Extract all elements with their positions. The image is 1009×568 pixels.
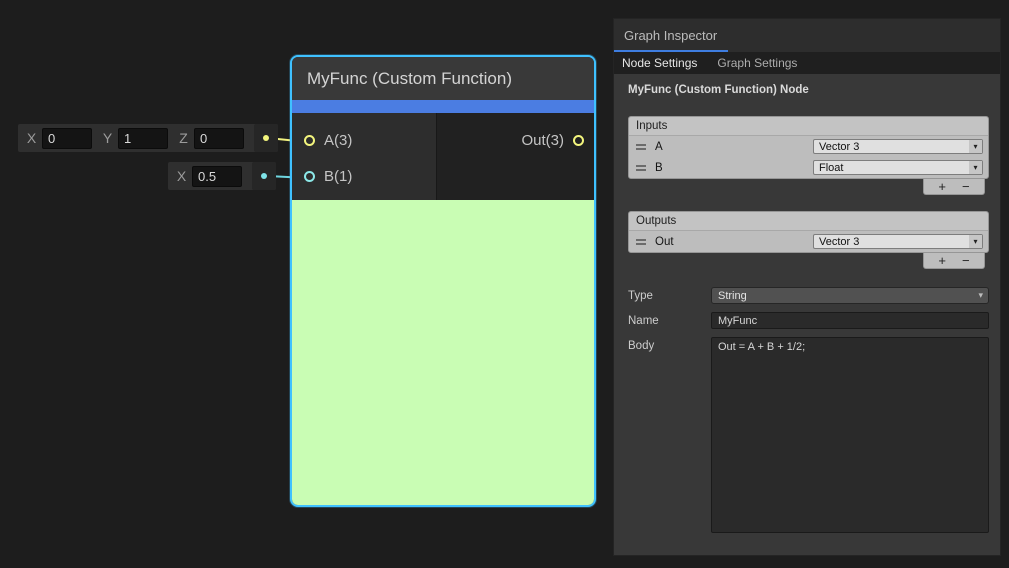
input-b-name: B [655,162,663,174]
outputs-list: Outputs Out Vector 3 ▾ [628,211,989,253]
port-out-label: Out(3) [521,132,564,149]
dropdown-arrow-icon: ▾ [978,290,983,301]
tab-node-settings[interactable]: Node Settings [622,56,697,70]
outputs-list-title: Outputs [629,212,988,231]
node-input-ports: A(3) B(1) [292,113,437,200]
port-out-icon[interactable] [573,135,584,146]
input-port-a[interactable]: A(3) [292,125,436,155]
custom-function-node[interactable]: MyFunc (Custom Function) A(3) B(1) Out(3… [290,55,596,507]
output-out-name: Out [655,236,674,248]
vector3-port-icon [263,135,269,141]
float-x-field[interactable]: 0.5 [192,166,242,187]
type-value: String [718,290,747,302]
node-output-ports: Out(3) [437,113,594,200]
outputs-row-out[interactable]: Out Vector 3 ▾ [629,231,988,252]
port-b-label: B(1) [324,168,352,185]
drag-handle-icon[interactable] [636,144,646,150]
inputs-remove-button[interactable]: − [962,180,970,194]
node-preview [292,200,594,505]
input-a-type-dropdown[interactable]: Vector 3 ▾ [813,139,983,154]
vector3-x-field[interactable]: 0 [42,128,92,149]
vector3-output-port[interactable] [254,124,278,152]
input-b-type-value: Float [819,162,843,174]
inspector-header[interactable]: Graph Inspector [614,19,1000,52]
outputs-remove-button[interactable]: − [962,254,970,268]
outputs-list-footer: + − [923,253,985,269]
active-panel-indicator [614,50,728,52]
port-b-icon[interactable] [304,171,315,182]
input-a-name: A [655,141,663,153]
type-label: Type [628,290,711,302]
vector3-y-field[interactable]: 1 [118,128,168,149]
graph-inspector-panel: Graph Inspector Node Settings Graph Sett… [613,18,1001,556]
inputs-row-b[interactable]: B Float ▾ [629,157,988,178]
body-label: Body [628,337,711,352]
vector3-z-field[interactable]: 0 [194,128,244,149]
node-accent-bar [292,100,594,113]
port-a-icon[interactable] [304,135,315,146]
float-output-port[interactable] [252,162,276,190]
vector3-x-label: X [26,130,37,146]
vector3-value-widget: X 0 Y 1 Z 0 [18,124,278,152]
input-a-type-value: Vector 3 [819,141,859,153]
inputs-row-a[interactable]: A Vector 3 ▾ [629,136,988,157]
shader-graph-window: { "graph": { "vector3_widget": { "fields… [0,0,1009,568]
tab-graph-settings[interactable]: Graph Settings [717,56,797,70]
name-label: Name [628,315,711,327]
node-port-area: A(3) B(1) Out(3) [292,113,594,200]
port-a-label: A(3) [324,132,352,149]
dropdown-arrow-icon: ▾ [969,161,982,174]
output-port-out[interactable]: Out(3) [500,125,594,155]
inputs-list: Inputs A Vector 3 ▾ B Float ▾ [628,116,989,179]
name-input[interactable]: MyFunc [711,312,989,329]
input-b-type-dropdown[interactable]: Float ▾ [813,160,983,175]
type-field-row: Type String ▾ [628,287,989,304]
inputs-list-footer: + − [923,179,985,195]
float-port-icon [261,173,267,179]
inputs-list-title: Inputs [629,117,988,136]
input-port-b[interactable]: B(1) [292,161,436,191]
node-title[interactable]: MyFunc (Custom Function) [292,57,594,100]
dropdown-arrow-icon: ▾ [969,235,982,248]
node-settings-heading: MyFunc (Custom Function) Node [628,84,986,96]
float-value-widget: X 0.5 [168,162,276,190]
output-out-type-value: Vector 3 [819,236,859,248]
inspector-title: Graph Inspector [624,28,717,43]
inspector-body: MyFunc (Custom Function) Node Inputs A V… [614,74,1000,533]
outputs-add-button[interactable]: + [938,254,946,268]
float-x-label: X [176,168,187,184]
inspector-tab-bar: Node Settings Graph Settings [614,52,1000,74]
body-field-row: Body Out = A + B + 1/2; [628,337,989,533]
output-out-type-dropdown[interactable]: Vector 3 ▾ [813,234,983,249]
body-textarea[interactable]: Out = A + B + 1/2; [711,337,989,533]
type-dropdown[interactable]: String ▾ [711,287,989,304]
dropdown-arrow-icon: ▾ [969,140,982,153]
vector3-y-label: Y [102,130,113,146]
vector3-z-label: Z [178,130,189,146]
drag-handle-icon[interactable] [636,165,646,171]
drag-handle-icon[interactable] [636,239,646,245]
name-field-row: Name MyFunc [628,312,989,329]
inputs-add-button[interactable]: + [938,180,946,194]
